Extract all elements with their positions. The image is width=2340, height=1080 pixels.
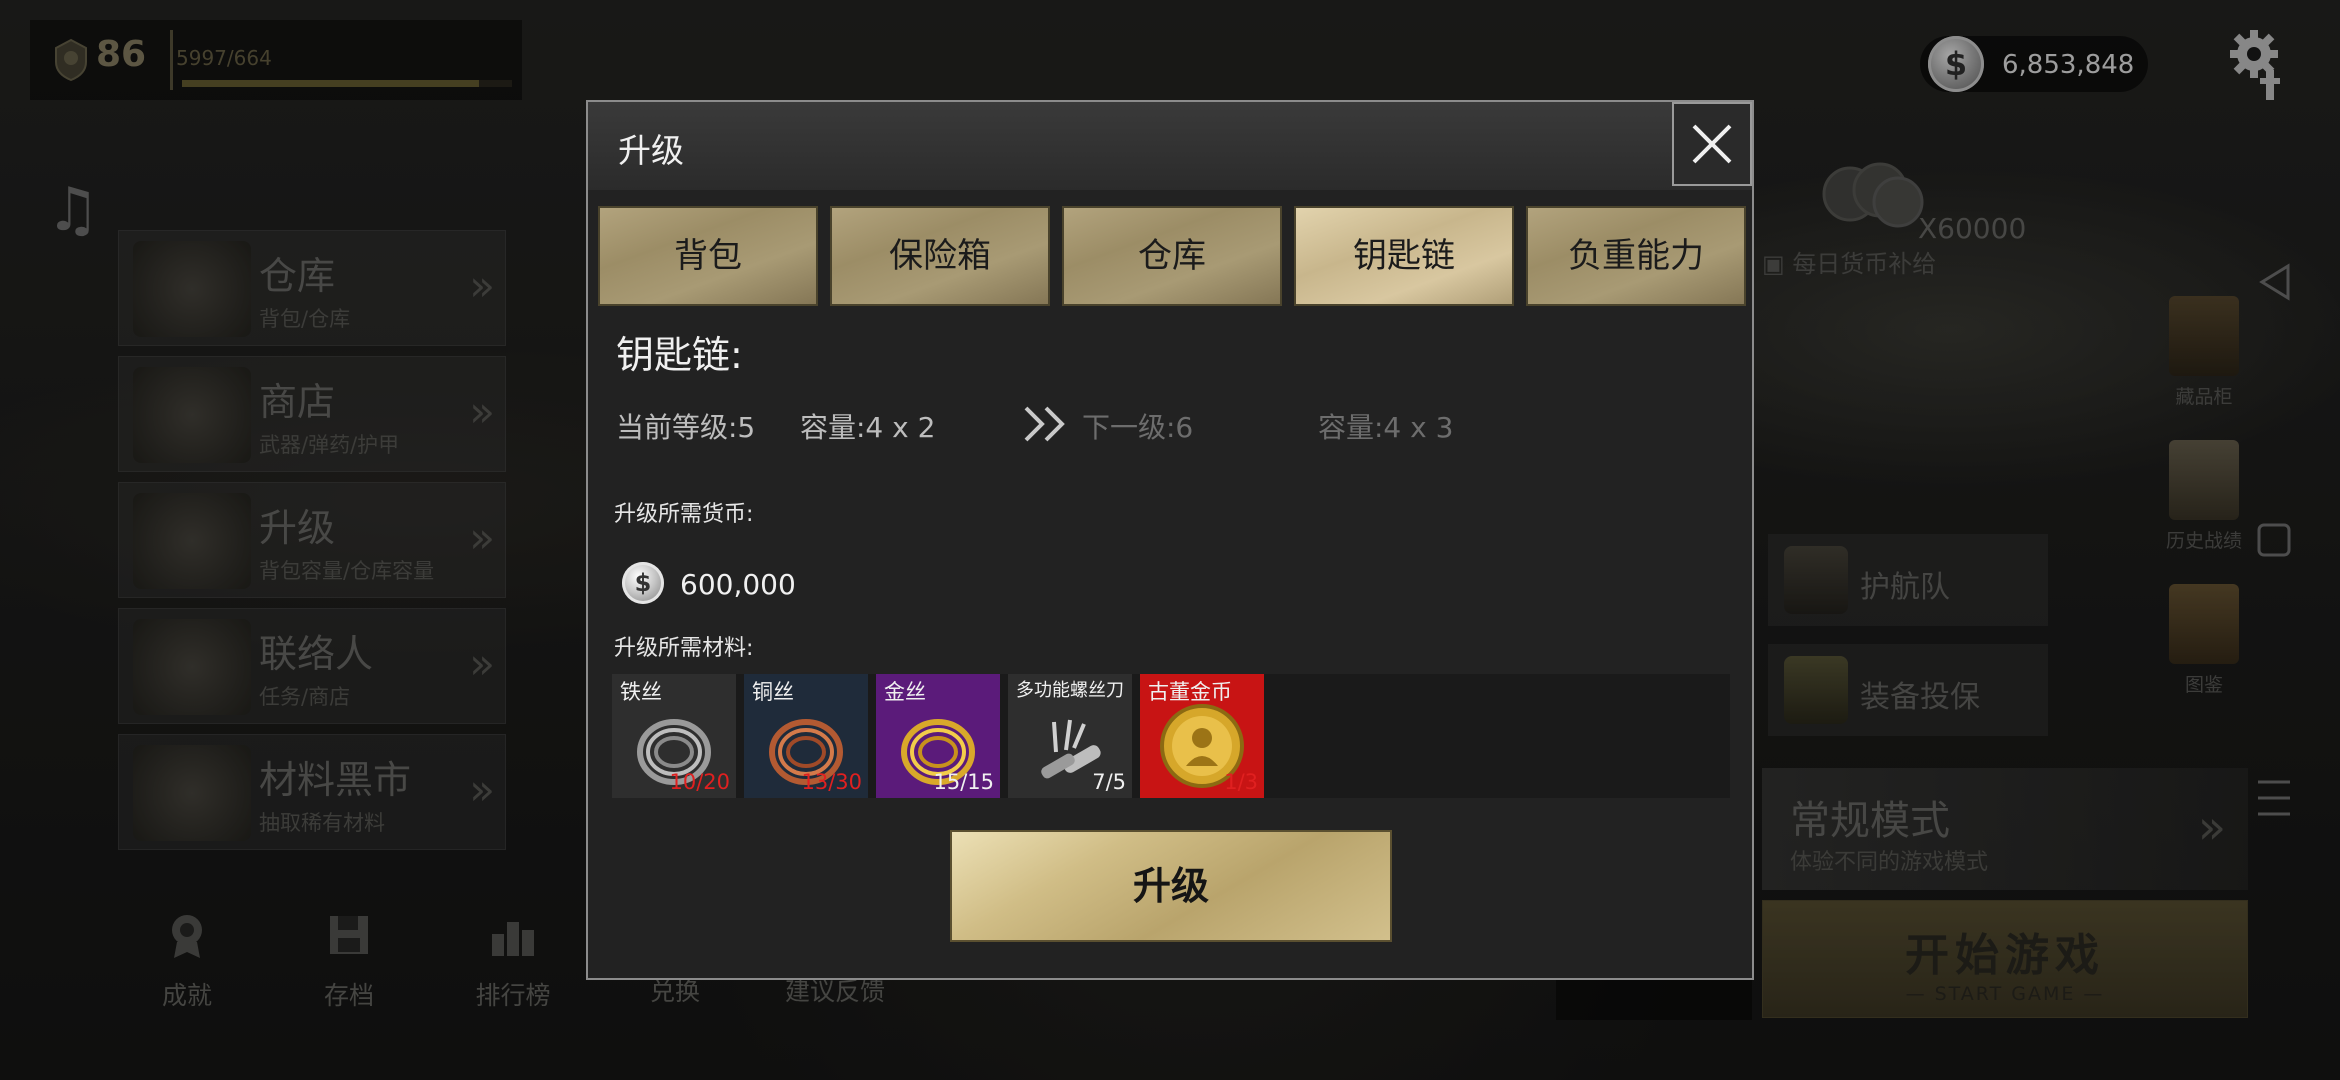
- dialog-title: 升级: [618, 131, 684, 170]
- upgrade-button[interactable]: 升级: [950, 830, 1392, 942]
- close-button[interactable]: [1672, 102, 1752, 186]
- material-gold-wire[interactable]: 金丝 15/15: [876, 674, 1000, 798]
- material-iron-wire[interactable]: 铁丝 10/20: [612, 674, 736, 798]
- tab-safe[interactable]: 保险箱: [830, 206, 1050, 306]
- double-chevron-icon: [1024, 406, 1065, 442]
- upgrade-dialog: 升级 背包 保险箱 仓库 钥匙链 负重能力 钥匙链: 当前等级:5 容量:4 x…: [586, 100, 1754, 980]
- material-name: 金丝: [884, 680, 926, 704]
- material-count: 15/15: [933, 770, 994, 794]
- tab-backpack[interactable]: 背包: [598, 206, 818, 306]
- material-count: 10/20: [669, 770, 730, 794]
- dialog-header: 升级: [588, 102, 1752, 190]
- currency-requirement-label: 升级所需货币:: [614, 502, 754, 527]
- materials-list: 铁丝 10/20 铜丝 13/30 金丝 15/15 多功能螺丝刀 7/5 古董…: [612, 674, 1730, 798]
- material-count: 13/30: [801, 770, 862, 794]
- material-multi-screwdriver[interactable]: 多功能螺丝刀 7/5: [1008, 674, 1132, 798]
- tab-warehouse[interactable]: 仓库: [1062, 206, 1282, 306]
- currency-cost: 600,000: [680, 568, 796, 601]
- current-capacity: 容量:4 x 2: [800, 411, 936, 444]
- material-name: 古董金币: [1148, 680, 1232, 704]
- material-name: 铁丝: [620, 680, 662, 704]
- tab-keychain[interactable]: 钥匙链: [1294, 206, 1514, 306]
- material-copper-wire[interactable]: 铜丝 13/30: [744, 674, 868, 798]
- material-requirement-label: 升级所需材料:: [614, 636, 754, 661]
- next-level: 下一级:6: [1082, 411, 1194, 444]
- material-count: 7/5: [1092, 770, 1126, 794]
- current-level: 当前等级:5: [616, 411, 756, 444]
- silver-coin-icon: $: [622, 562, 664, 604]
- next-capacity: 容量:4 x 3: [1318, 411, 1454, 444]
- close-icon: [1692, 124, 1732, 164]
- section-title: 钥匙链:: [616, 333, 743, 377]
- material-count: 1/3: [1224, 770, 1258, 794]
- material-name: 铜丝: [752, 680, 794, 704]
- material-antique-gold-coin[interactable]: 古董金币 1/3: [1140, 674, 1264, 798]
- material-name: 多功能螺丝刀: [1016, 680, 1124, 701]
- tab-carry-capacity[interactable]: 负重能力: [1526, 206, 1746, 306]
